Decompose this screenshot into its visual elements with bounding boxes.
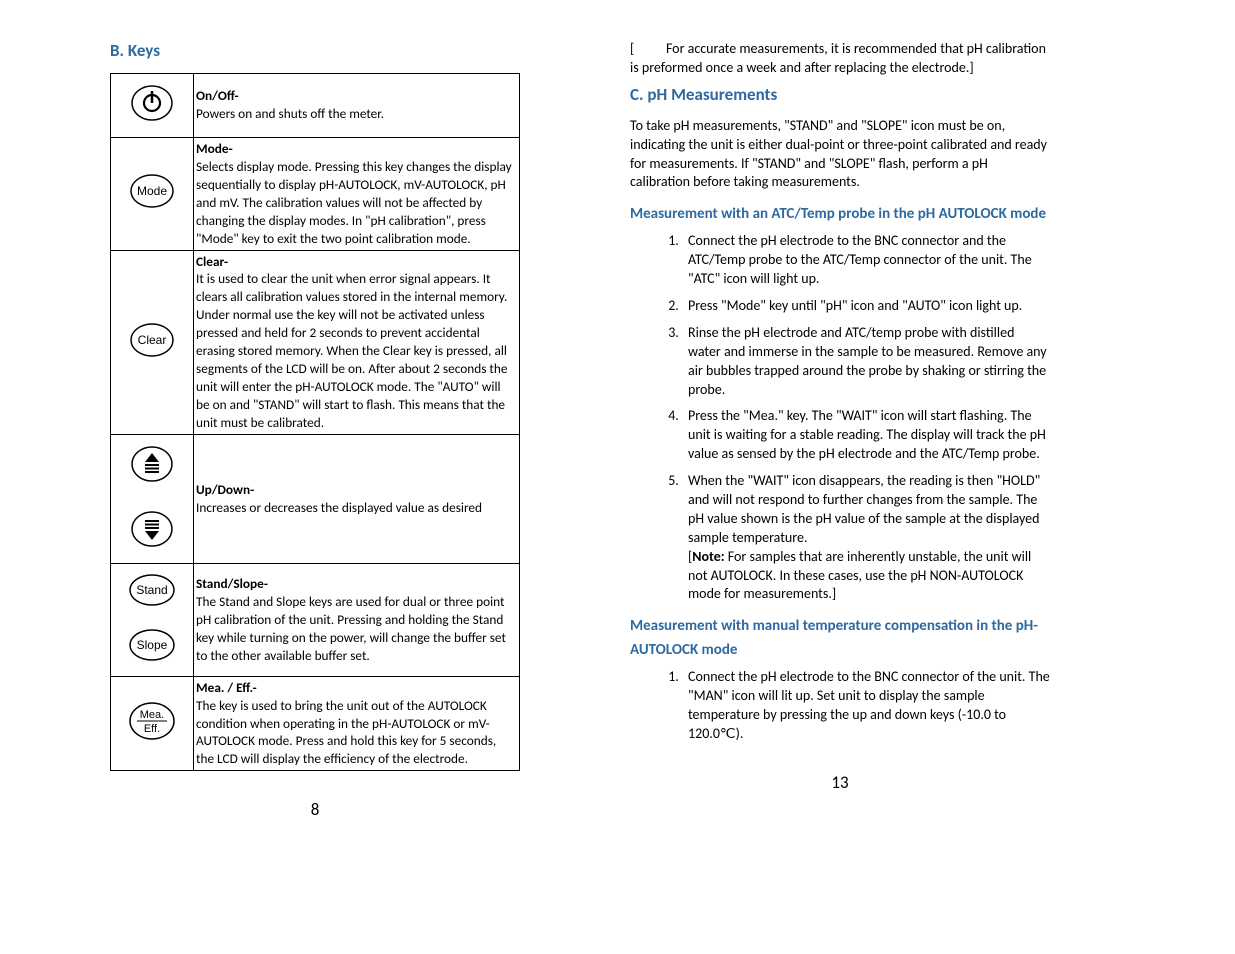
power-icon — [131, 82, 173, 124]
key-title: Stand/Slope- — [196, 575, 268, 592]
list-item: When the "WAIT" icon disappears, the rea… — [682, 472, 1050, 604]
list-item: Press the "Mea." key. The "WAIT" icon wi… — [682, 407, 1050, 464]
key-desc: Selects display mode. Pressing this key … — [196, 158, 512, 247]
subsection-atc-heading: Measurement with an ATC/Temp probe in th… — [630, 202, 1050, 226]
step5-text: When the "WAIT" icon disappears, the rea… — [688, 472, 1040, 546]
keys-table: On/Off- Powers on and shuts off the mete… — [110, 73, 520, 771]
stand-icon: Stand — [128, 572, 176, 608]
left-page: B. Keys On/Off- Powers on and shuts off … — [110, 40, 520, 822]
table-row: Mea. Eff. Mea. / Eff.- The key is used t… — [111, 676, 520, 771]
section-c-heading: C. pH Measurements — [630, 84, 1050, 107]
note-body: For samples that are inherently unstable… — [688, 548, 1031, 603]
key-icon-cell: Mea. Eff. — [111, 676, 194, 771]
key-desc: Increases or decreases the displayed val… — [196, 499, 482, 516]
list-item: Press "Mode" key until "pH" icon and "AU… — [682, 297, 1050, 316]
key-title: Up/Down- — [196, 481, 254, 498]
key-icon-cell — [111, 434, 194, 563]
key-title: Mode- — [196, 140, 233, 157]
steps-list-2: Connect the pH electrode to the BNC conn… — [630, 668, 1050, 744]
list-item: Connect the pH electrode to the BNC conn… — [682, 232, 1050, 289]
svg-text:Slope: Slope — [137, 638, 168, 652]
key-icon-cell: Clear — [111, 250, 194, 434]
key-icon-cell: Mode — [111, 137, 194, 250]
key-title: Mea. / Eff.- — [196, 679, 257, 696]
list-item: Rinse the pH electrode and ATC/temp prob… — [682, 324, 1050, 400]
key-icon-cell — [111, 73, 194, 137]
down-icon — [131, 508, 173, 550]
key-desc-cell: Stand/Slope- The Stand and Slope keys ar… — [194, 563, 520, 676]
slope-icon: Slope — [128, 627, 176, 663]
table-row: Stand Slope Stand/Slope- The Stand and S… — [111, 563, 520, 676]
section-b-heading: B. Keys — [110, 40, 520, 63]
key-desc: It is used to clear the unit when error … — [196, 270, 507, 431]
key-title: Clear- — [196, 253, 228, 270]
mode-icon: Mode — [129, 172, 175, 210]
table-row: Mode Mode- Selects display mode. Pressin… — [111, 137, 520, 250]
clear-icon: Clear — [129, 321, 175, 359]
svg-text:Stand: Stand — [136, 583, 167, 597]
key-desc-cell: Mea. / Eff.- The key is used to bring th… — [194, 676, 520, 771]
key-desc-cell: Up/Down- Increases or decreases the disp… — [194, 434, 520, 563]
table-row: Clear Clear- It is used to clear the uni… — [111, 250, 520, 434]
key-desc-cell: Clear- It is used to clear the unit when… — [194, 250, 520, 434]
key-desc-cell: On/Off- Powers on and shuts off the mete… — [194, 73, 520, 137]
key-desc-cell: Mode- Selects display mode. Pressing thi… — [194, 137, 520, 250]
table-row: Up/Down- Increases or decreases the disp… — [111, 434, 520, 563]
mea-eff-icon: Mea. Eff. — [128, 700, 176, 742]
right-page: [ For accurate measurements, it is recom… — [630, 40, 1050, 822]
up-icon — [131, 443, 173, 485]
key-desc: The Stand and Slope keys are used for du… — [196, 593, 506, 664]
key-title: On/Off- — [196, 87, 239, 104]
steps-list-1: Connect the pH electrode to the BNC conn… — [630, 232, 1050, 604]
subsection-manual-heading: Measurement with manual temperature comp… — [630, 614, 1050, 662]
key-desc: Powers on and shuts off the meter. — [196, 105, 384, 122]
svg-text:Clear: Clear — [138, 333, 167, 347]
key-desc: The key is used to bring the unit out of… — [196, 697, 496, 768]
key-icon-cell: Stand Slope — [111, 563, 194, 676]
svg-text:Eff.: Eff. — [144, 723, 160, 735]
note-label: Note: — [692, 548, 724, 565]
list-item: Connect the pH electrode to the BNC conn… — [682, 668, 1050, 744]
svg-text:Mea.: Mea. — [140, 709, 164, 721]
page-number-left: 8 — [110, 799, 520, 822]
table-row: On/Off- Powers on and shuts off the mete… — [111, 73, 520, 137]
svg-text:Mode: Mode — [137, 184, 167, 198]
section-c-intro: To take pH measurements, "STAND" and "SL… — [630, 117, 1050, 193]
top-note: [ For accurate measurements, it is recom… — [630, 40, 1050, 78]
page-number-right: 13 — [630, 772, 1050, 795]
